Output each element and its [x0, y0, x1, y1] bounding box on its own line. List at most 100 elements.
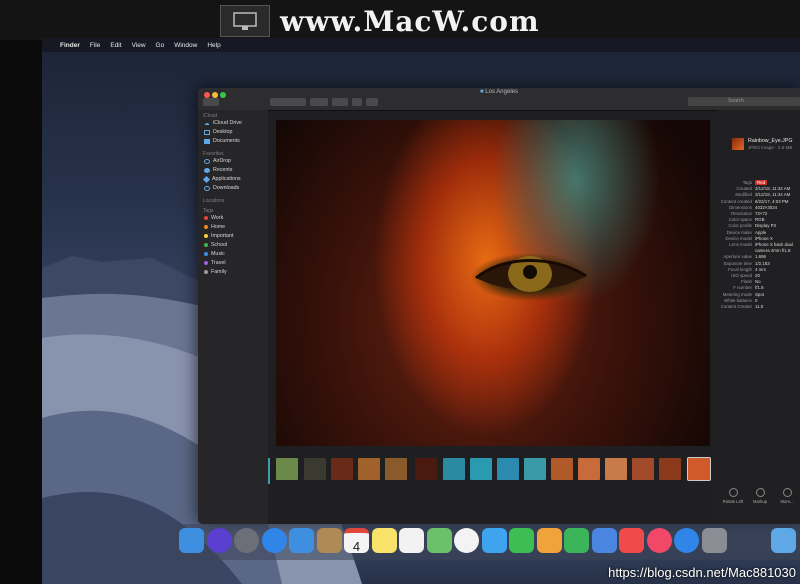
metadata-row: F number f/1.8: [718, 285, 800, 290]
sidebar-item-recents[interactable]: Recents: [204, 167, 232, 173]
system-preferences-icon[interactable]: [701, 528, 727, 553]
tag-red-badge[interactable]: Red: [755, 180, 768, 185]
filmstrip-thumb[interactable]: [659, 458, 681, 480]
tag-color-dot: [204, 261, 208, 265]
filmstrip-thumb-selected[interactable]: [687, 457, 711, 481]
back-forward-buttons[interactable]: [203, 98, 219, 106]
filmstrip-thumb[interactable]: [358, 458, 380, 480]
sidebar-tag-work[interactable]: Work: [204, 215, 223, 221]
sidebar-tag-home[interactable]: Home: [204, 224, 225, 230]
more-button[interactable]: More...: [774, 488, 800, 504]
csdn-watermark: https://blog.csdn.net/Mac881030: [608, 565, 796, 580]
metadata-row: Metering mode Spot: [718, 292, 800, 297]
sidebar-tag-music[interactable]: Music: [204, 251, 225, 257]
gallery-preview[interactable]: [276, 120, 710, 446]
metadata-key: Dimensions: [729, 204, 752, 210]
numbers-icon[interactable]: [564, 528, 589, 553]
filmstrip: [268, 457, 718, 484]
window-titlebar: ■ Los Angeles Search: [198, 88, 800, 111]
menu-finder[interactable]: Finder: [60, 42, 80, 49]
action-label: More...: [780, 499, 794, 504]
filmstrip-thumb[interactable]: [551, 458, 573, 480]
pages-icon[interactable]: [536, 528, 562, 553]
metadata-row: Content Creator 11.0: [718, 304, 800, 309]
sidebar-item-icloud-drive[interactable]: ☁ iCloud Drive: [204, 120, 242, 127]
finder-icon[interactable]: [179, 528, 204, 553]
menu-edit[interactable]: Edit: [110, 42, 121, 49]
reminders-icon[interactable]: [399, 528, 424, 553]
metadata-key: F number: [733, 285, 752, 291]
metadata-row: Color space RGB: [718, 217, 800, 222]
menu-help[interactable]: Help: [207, 42, 220, 49]
filmstrip-thumb[interactable]: [276, 458, 298, 480]
rotate-left-button[interactable]: Rotate Left: [720, 488, 746, 504]
menu-go[interactable]: Go: [156, 42, 165, 49]
sidebar-item-desktop[interactable]: Desktop: [204, 129, 232, 135]
facetime-icon[interactable]: [509, 528, 534, 553]
contacts-icon[interactable]: [316, 528, 342, 553]
filmstrip-thumb[interactable]: [415, 458, 437, 480]
view-mode-buttons[interactable]: [270, 98, 306, 106]
download-icon: [204, 185, 210, 191]
sidebar-tag-family[interactable]: Family: [204, 269, 227, 275]
window-title-text: Los Angeles: [485, 89, 518, 95]
dock: 4: [175, 524, 800, 560]
sidebar-tag-important[interactable]: Important: [204, 233, 233, 239]
music-icon[interactable]: [646, 528, 672, 553]
siri-icon[interactable]: [206, 528, 232, 553]
metadata-key: Focal length: [728, 266, 752, 272]
markup-icon: [755, 488, 765, 497]
metadata-value: 11.0: [755, 304, 764, 309]
sidebar-item-applications[interactable]: Applications: [202, 175, 241, 183]
notes-icon[interactable]: [371, 528, 397, 553]
filmstrip-thumb[interactable]: [443, 458, 465, 480]
menu-file[interactable]: File: [90, 42, 100, 49]
news-icon[interactable]: [619, 528, 644, 553]
sidebar-item-label: Work: [211, 215, 224, 221]
photos-icon[interactable]: [454, 528, 479, 553]
tag-color-dot: [204, 252, 208, 256]
sidebar-item-downloads[interactable]: Downloads: [204, 185, 239, 191]
calendar-icon[interactable]: 4: [344, 528, 369, 554]
search-input[interactable]: Search: [688, 97, 800, 106]
menu-view[interactable]: View: [132, 42, 146, 49]
sidebar-item-airdrop[interactable]: AirDrop: [204, 158, 231, 164]
markup-button[interactable]: Markup: [747, 488, 773, 504]
mail-icon[interactable]: [289, 528, 314, 553]
keynote-icon[interactable]: [591, 528, 617, 553]
filmstrip-thumb[interactable]: [470, 458, 492, 480]
action-button[interactable]: [332, 98, 348, 106]
sidebar-item-documents[interactable]: Documents: [204, 138, 240, 144]
maps-icon[interactable]: [426, 528, 452, 553]
filmstrip-thumb[interactable]: [331, 458, 353, 480]
sidebar-tag-travel[interactable]: Travel: [204, 260, 226, 266]
tag-button[interactable]: [366, 98, 378, 106]
metadata-row: Created 3/12/18, 11:34 AM: [718, 186, 800, 191]
filmstrip-thumb[interactable]: [497, 458, 519, 480]
group-button[interactable]: [310, 98, 328, 106]
app-store-icon[interactable]: [674, 528, 699, 553]
metadata-key: Content created: [720, 198, 752, 204]
file-kind: JPEG image - 2.6 MB: [748, 145, 793, 150]
metadata-row: Lens model iPhone X back dual: [718, 242, 800, 247]
metadata-row: Tags Red: [718, 180, 800, 185]
desktop-icon: [204, 129, 210, 135]
desktop: Finder File Edit View Go Window Help ■ L…: [42, 38, 800, 584]
menu-bar: Finder File Edit View Go Window Help: [42, 38, 800, 52]
filmstrip-thumb[interactable]: [304, 458, 326, 480]
messages-icon[interactable]: [481, 528, 507, 553]
filmstrip-thumb[interactable]: [605, 458, 627, 480]
downloads-folder-icon[interactable]: [771, 528, 796, 553]
filmstrip-thumb[interactable]: [578, 458, 600, 480]
sidebar-tag-school[interactable]: School: [204, 242, 227, 248]
tag-color-dot: [204, 243, 208, 247]
metadata-key: Content Creator: [720, 304, 752, 309]
menu-window[interactable]: Window: [174, 42, 197, 49]
launchpad-icon[interactable]: [234, 528, 259, 553]
filmstrip-thumb[interactable]: [524, 458, 546, 480]
filmstrip-thumb[interactable]: [632, 458, 654, 480]
metadata-value: 4032×3024: [755, 204, 778, 210]
filmstrip-thumb[interactable]: [385, 458, 407, 480]
share-button[interactable]: [352, 98, 362, 106]
safari-icon[interactable]: [261, 528, 287, 553]
